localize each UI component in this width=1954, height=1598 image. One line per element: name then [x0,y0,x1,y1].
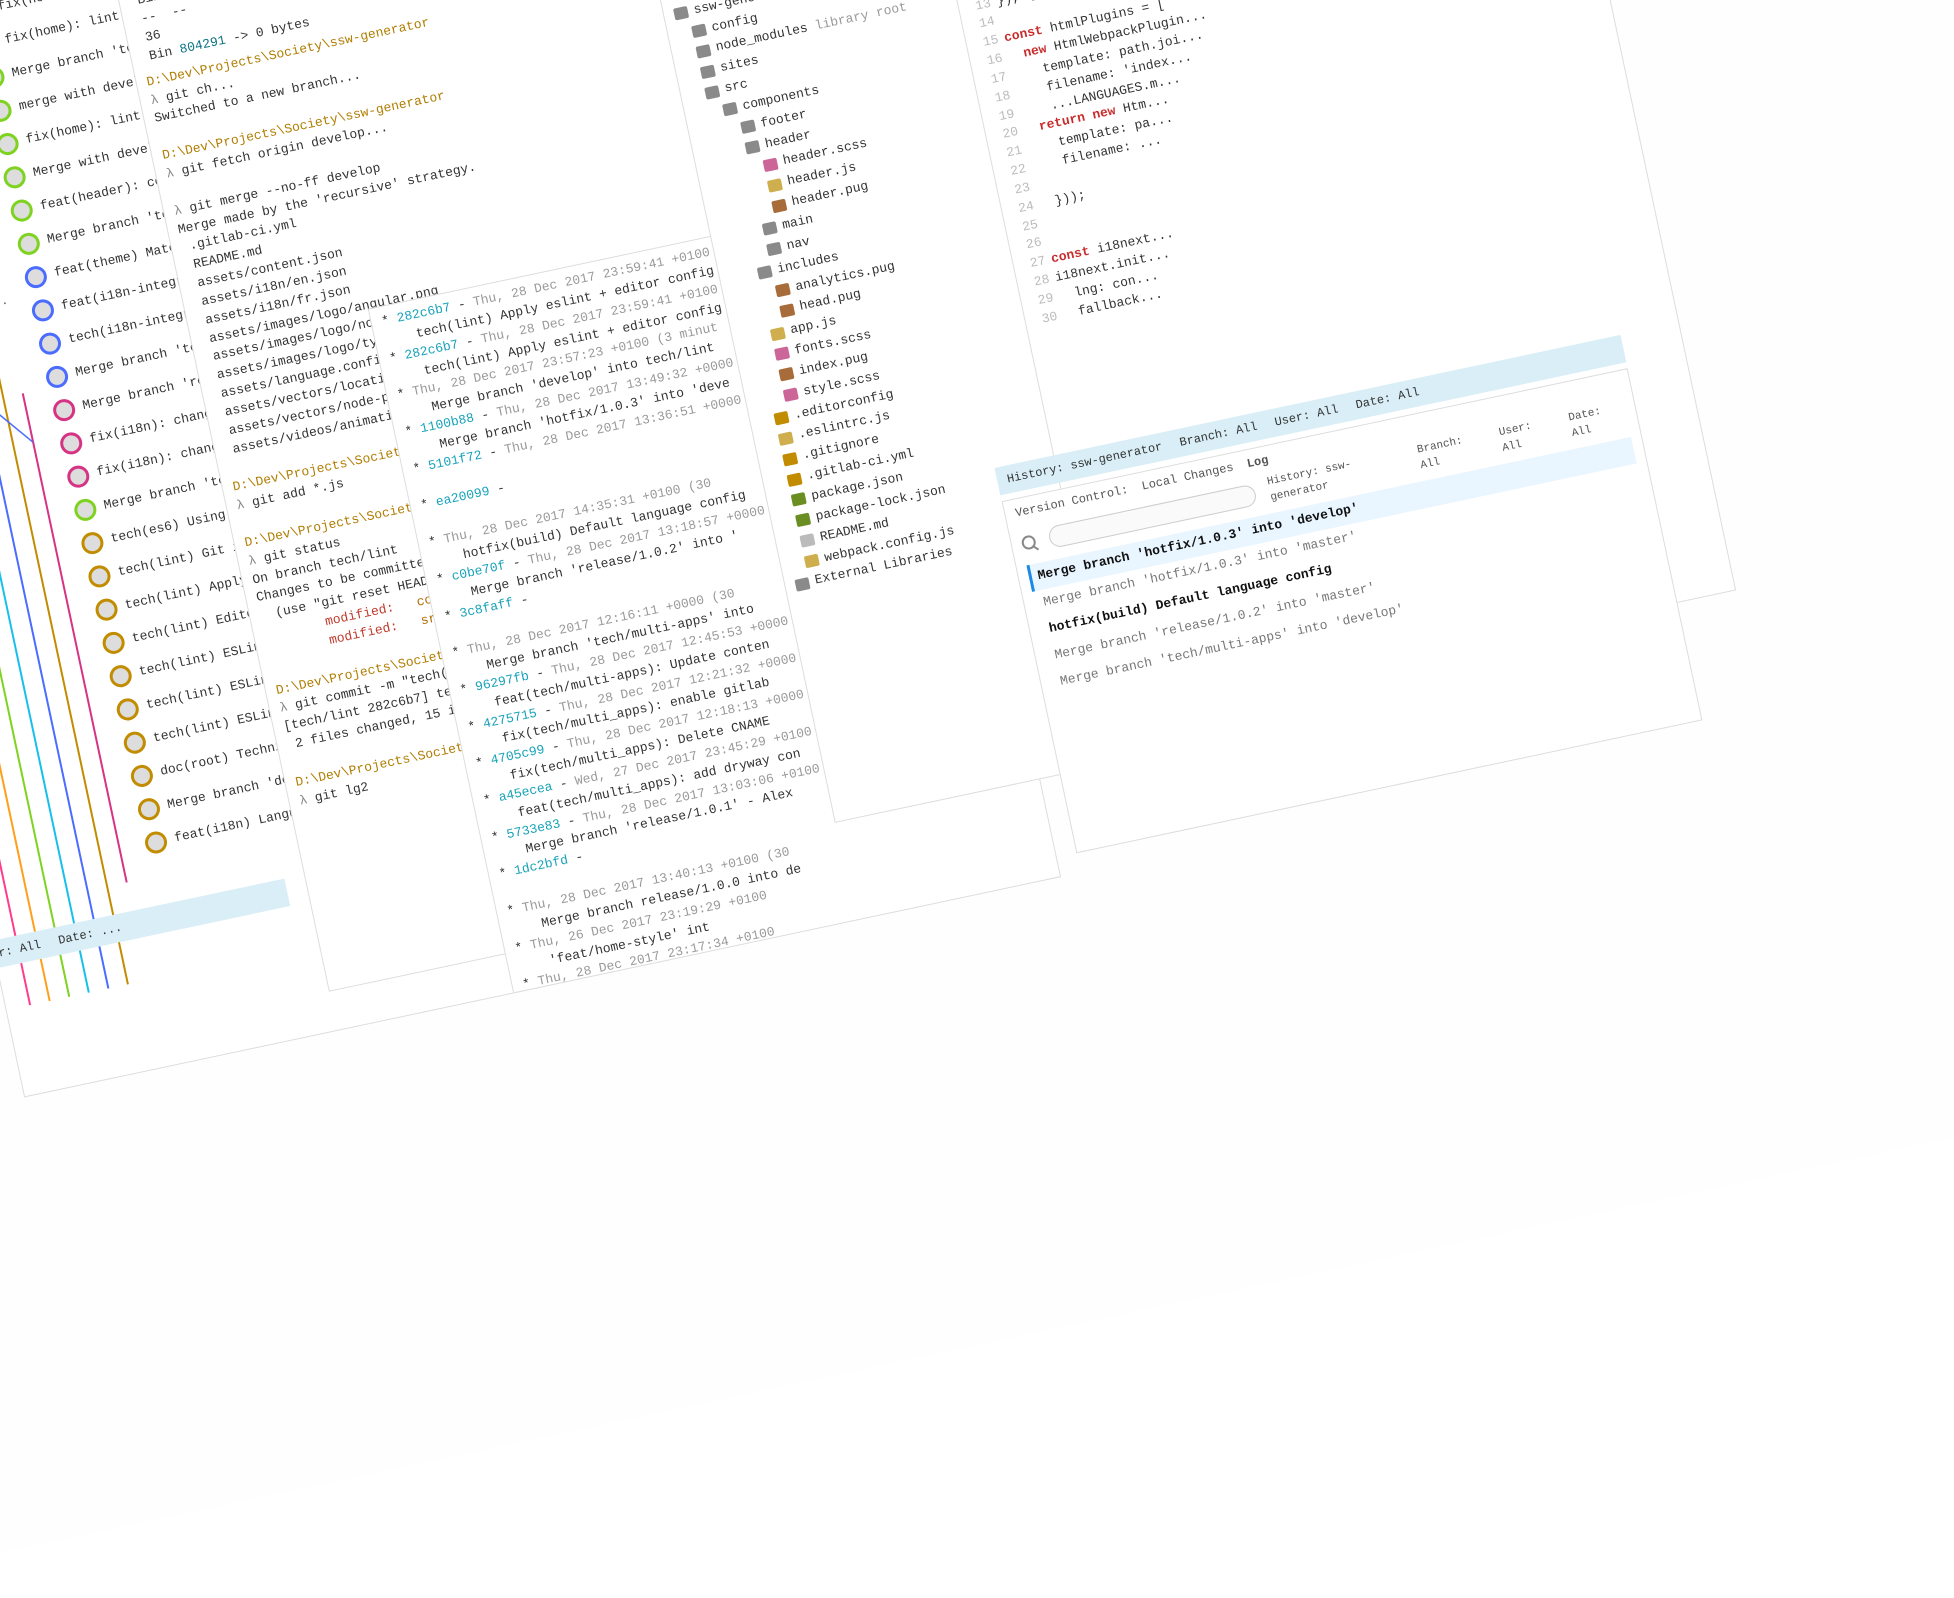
avatar-icon [136,796,162,822]
file-icon [804,553,820,568]
avatar-icon [115,696,141,722]
avatar-icon [44,363,70,389]
file-icon [775,282,791,297]
avatar-icon [16,230,42,256]
avatar-icon [0,97,14,123]
avatar-icon [129,762,155,788]
avatar-icon [79,530,105,556]
file-icon [778,367,794,382]
avatar-icon [94,596,120,622]
folder-icon [740,119,756,134]
file-icon [778,431,794,446]
file-icon [795,512,811,527]
avatar-icon [122,729,148,755]
file-icon [779,303,795,318]
avatar-icon [9,197,35,223]
avatar-icon [30,297,56,323]
folder-icon [794,576,810,591]
file-icon [771,198,787,213]
editor-right-body[interactable]: 1const site = process...2const content =… [920,0,1642,330]
folder-icon [673,5,689,20]
avatar-icon [65,463,91,489]
folder-icon [766,241,782,256]
vcs-filter-date[interactable]: Date: All [1567,400,1629,443]
vcs-filter-branch[interactable]: Branch: All [1416,429,1491,475]
vcs-tab-log[interactable]: Log [1245,452,1270,474]
folder-icon [700,64,716,79]
folder-icon [695,43,711,58]
avatar-icon [2,164,28,190]
file-icon [799,533,815,548]
avatar-icon [23,264,49,290]
file-icon [770,326,786,341]
file-icon [767,177,783,192]
branch-label: tech/lint [0,368,26,412]
avatar-icon [101,629,127,655]
folder-icon [722,102,738,117]
avatar-icon [86,563,112,589]
avatar-icon [108,663,134,689]
avatar-icon [143,829,169,855]
file-icon [782,451,798,466]
file-icon [786,472,802,487]
file-icon [774,346,790,361]
branch-label: release/1.0.0 [0,443,41,487]
avatar-icon [72,496,98,522]
avatar-icon [0,64,7,90]
avatar-icon [51,397,77,423]
file-icon [783,387,799,402]
branch-label: 1.0.0 [0,517,57,561]
vcs-filter-user[interactable]: User: All [1498,414,1560,457]
file-icon [762,157,778,172]
file-icon [791,492,807,507]
folder-icon [744,139,760,154]
avatar-icon [58,430,84,456]
folder-icon [762,221,778,236]
file-icon [773,410,789,425]
search-icon[interactable] [1021,534,1037,551]
avatar-icon [0,131,21,157]
folder-icon [757,265,773,280]
folder-icon [691,23,707,38]
folder-icon [704,84,720,99]
avatar-icon [37,330,63,356]
